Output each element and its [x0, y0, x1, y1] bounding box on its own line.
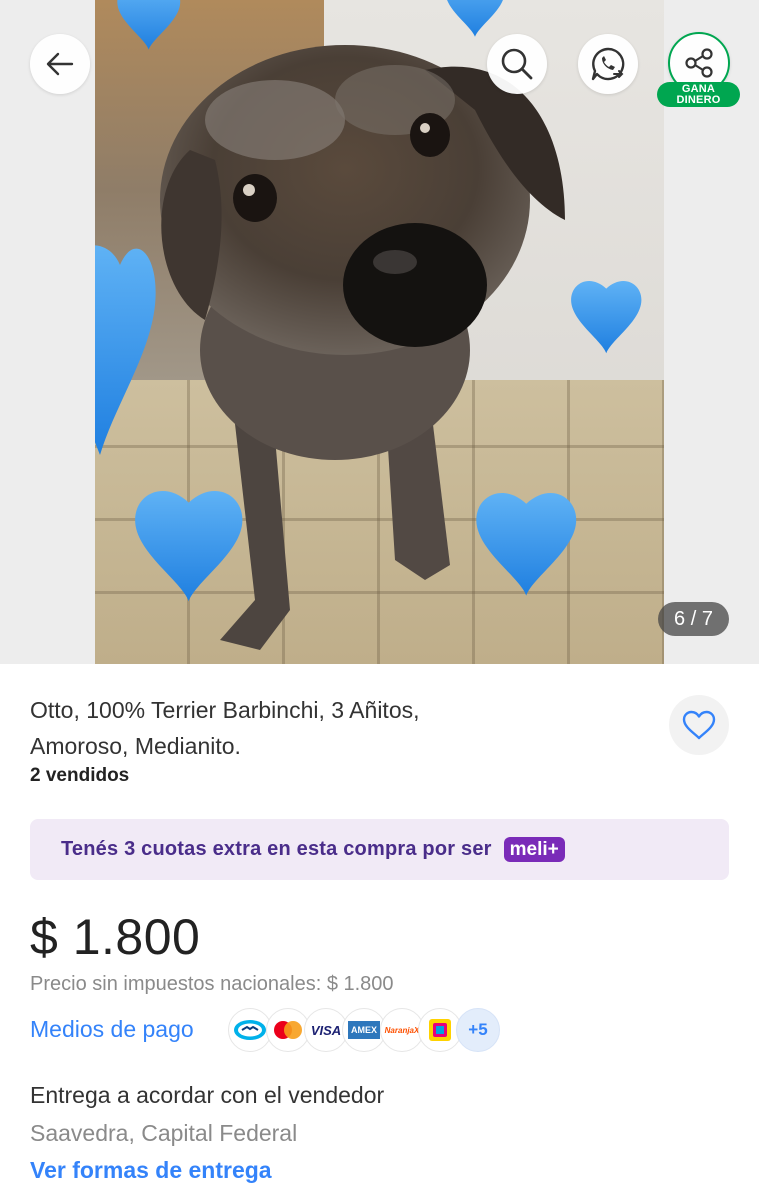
product-gallery[interactable]: GANA DINERO 6 / 7	[0, 0, 759, 664]
heart-sticker	[117, 0, 181, 50]
whatsapp-icon	[591, 47, 625, 81]
seller-location: Saavedra, Capital Federal	[30, 1120, 298, 1146]
payment-methods-link[interactable]: Medios de pago	[30, 1016, 194, 1043]
more-payment-methods[interactable]: +5	[456, 1008, 500, 1052]
product-title-line2: Amoroso, Medianito.	[30, 733, 241, 759]
payment-methods-icons[interactable]: VISA AMEX NaranjaX +5	[228, 1008, 500, 1052]
whatsapp-share-button[interactable]	[578, 34, 638, 94]
meli-plus-text: Tenés 3 cuotas extra en esta compra por …	[61, 838, 492, 860]
heart-outline-icon	[682, 710, 716, 740]
delivery-title: Entrega a acordar con el vendedor	[30, 1082, 385, 1108]
delivery-options-link[interactable]: Ver formas de entrega	[30, 1157, 272, 1184]
search-button[interactable]	[487, 34, 547, 94]
favorite-button[interactable]	[669, 695, 729, 755]
search-icon	[501, 48, 533, 80]
back-button[interactable]	[30, 34, 90, 94]
share-icon	[685, 48, 713, 78]
image-counter: 6 / 7	[658, 602, 729, 636]
sold-count: 2 vendidos	[30, 765, 130, 786]
dog-illustration	[95, 0, 642, 650]
price: $ 1.800	[30, 909, 201, 965]
earn-badge-line2: DINERO	[676, 93, 721, 106]
earn-money-badge[interactable]: GANA DINERO	[657, 82, 740, 107]
meli-plus-logo: meli+	[503, 837, 565, 862]
product-title: Otto, 100% Terrier Barbinchi, 3 Añitos, …	[30, 692, 630, 764]
price-tax-note: Precio sin impuestos nacionales: $ 1.800	[30, 973, 394, 995]
meli-plus-banner[interactable]: Tenés 3 cuotas extra en esta compra por …	[30, 819, 729, 880]
product-photo[interactable]	[95, 0, 664, 664]
product-title-line1: Otto, 100% Terrier Barbinchi, 3 Añitos,	[30, 697, 420, 723]
arrow-left-icon	[46, 52, 74, 76]
